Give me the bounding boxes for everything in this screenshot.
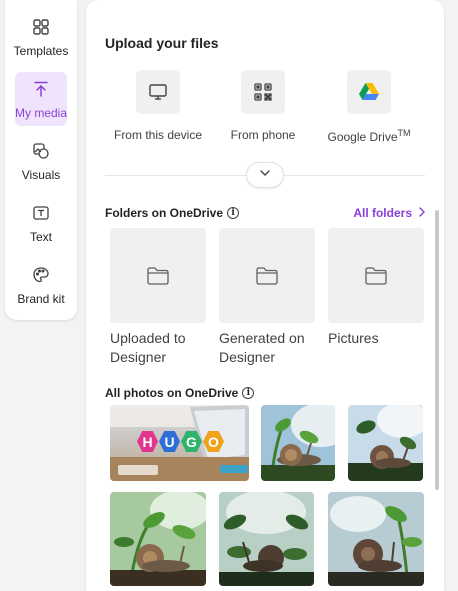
folder-name: Uploaded to Designer	[110, 330, 186, 365]
info-icon[interactable]: i	[227, 207, 240, 219]
photo-thumbnail-snail[interactable]	[219, 492, 314, 586]
folders-section-title: Folders on OneDrive i	[105, 206, 240, 220]
left-rail: Templates My media Visuals Text Brand ki…	[5, 0, 77, 320]
upload-from-google-drive-button[interactable]: Google DriveTM	[319, 70, 419, 144]
hugo-logo-letter: G	[181, 431, 202, 452]
rail-item-label: My media	[14, 106, 67, 120]
media-panel: Upload your files From this device From …	[86, 0, 444, 591]
all-folders-link[interactable]: All folders	[353, 206, 426, 220]
qr-code-icon	[241, 70, 285, 114]
upload-icon	[30, 78, 52, 100]
rail-item-my-media[interactable]: My media	[5, 72, 77, 126]
photo-thumbnail-snail[interactable]	[261, 405, 335, 481]
scrollbar-thumb[interactable]	[435, 210, 439, 490]
expand-button[interactable]	[246, 162, 284, 188]
rail-item-label: Text	[29, 230, 52, 244]
source-label-text: Google Drive	[327, 130, 398, 144]
folders-title-text: Folders on OneDrive	[105, 206, 224, 220]
folder-icon	[110, 228, 206, 323]
photos-title-text: All photos on OneDrive	[105, 386, 239, 400]
monitor-icon	[136, 70, 180, 114]
hugo-logo-letter: H	[137, 431, 158, 452]
templates-icon	[30, 16, 52, 38]
chevron-right-icon	[418, 206, 426, 220]
rail-item-text[interactable]: Text	[5, 196, 77, 250]
rail-item-brand-kit[interactable]: Brand kit	[5, 258, 77, 312]
photo-thumbnail-snail[interactable]	[348, 405, 423, 481]
rail-item-templates[interactable]: Templates	[5, 10, 77, 64]
upload-from-phone-button[interactable]: From phone	[213, 70, 313, 142]
folder-card[interactable]: Pictures	[328, 228, 424, 348]
source-label: From phone	[230, 128, 296, 142]
upload-section-title: Upload your files	[105, 35, 219, 51]
upload-from-device-button[interactable]: From this device	[108, 70, 208, 142]
source-label: Google DriveTM	[327, 128, 410, 144]
folder-card[interactable]: Uploaded to Designer	[110, 228, 206, 367]
folder-card[interactable]: Generated on Designer	[219, 228, 315, 367]
hugo-logo-letter: O	[203, 431, 224, 452]
visuals-icon	[30, 140, 52, 162]
photo-thumbnail-hugo-desk[interactable]: H U G O	[110, 405, 249, 481]
folder-name: Pictures	[328, 330, 379, 346]
all-folders-label: All folders	[353, 206, 412, 220]
text-icon	[30, 202, 52, 224]
photo-thumbnail-snail[interactable]	[110, 492, 206, 586]
source-label: From this device	[113, 128, 203, 142]
photo-thumbnail-snail[interactable]	[328, 492, 424, 586]
rail-item-label: Templates	[13, 44, 69, 58]
trademark: TM	[397, 128, 411, 138]
google-drive-icon	[347, 70, 391, 114]
rail-item-visuals[interactable]: Visuals	[5, 134, 77, 188]
chevron-down-icon	[258, 166, 272, 185]
hugo-logo: H U G O	[137, 431, 224, 452]
rail-item-label: Visuals	[21, 168, 61, 182]
info-icon[interactable]: i	[242, 387, 255, 399]
rail-item-label: Brand kit	[17, 292, 65, 306]
folder-name: Generated on Designer	[219, 330, 305, 365]
folder-icon	[328, 228, 424, 323]
folder-icon	[219, 228, 315, 323]
photos-section-title: All photos on OneDrive i	[105, 386, 255, 400]
hugo-logo-letter: U	[159, 431, 180, 452]
palette-icon	[30, 264, 52, 286]
